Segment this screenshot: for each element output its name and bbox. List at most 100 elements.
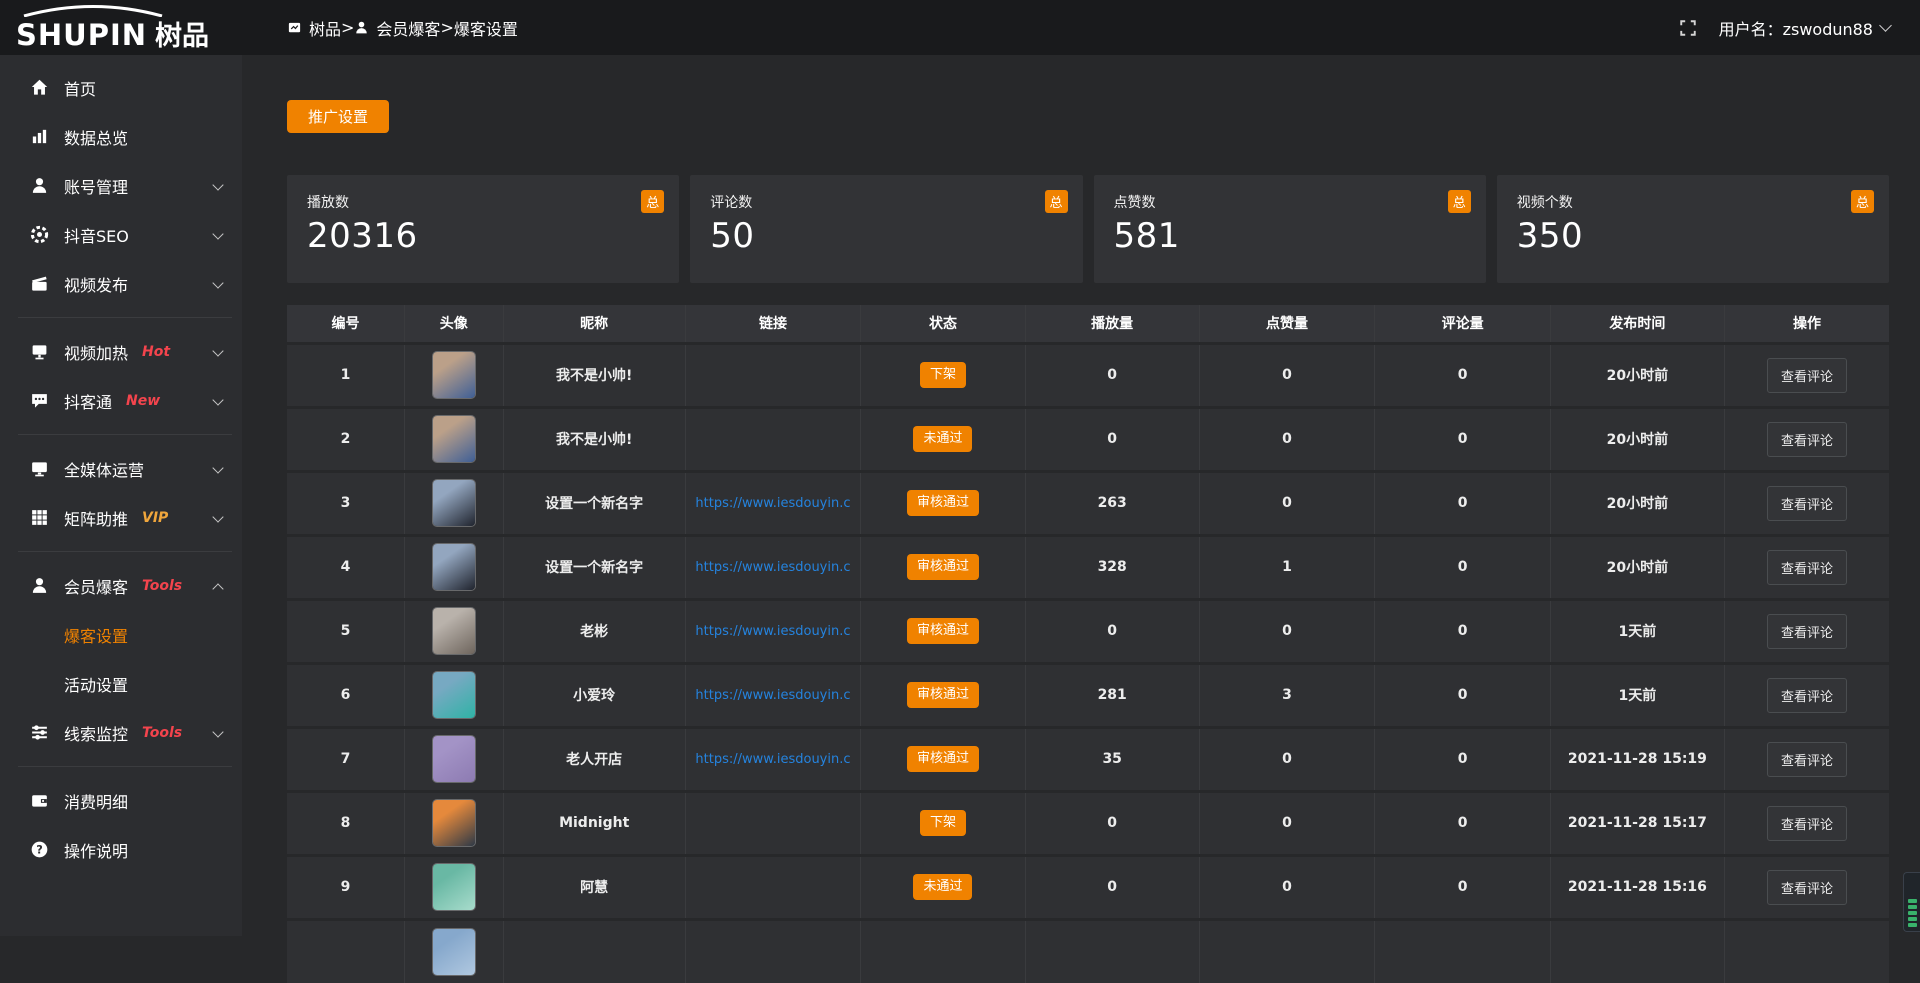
table-row-3: 3设置一个新名字https://www.iesdouyin.c审核通过26300… [287, 471, 1889, 535]
comments-cell: 0 [1375, 471, 1551, 535]
breadcrumb-item-2[interactable]: 爆客设置 [454, 16, 518, 40]
view-comments-button[interactable]: 查看评论 [1767, 486, 1847, 521]
sidebar-item-label: 线索监控 [64, 721, 128, 745]
table-row-1: 1我不是小帅!下架00020小时前查看评论 [287, 343, 1889, 407]
sidebar-divider [18, 317, 232, 318]
sidebar-item-15[interactable]: 消费明细 [0, 776, 242, 825]
sidebar-item-label: 操作说明 [64, 838, 128, 862]
table-header: 编号头像昵称链接状态播放量点赞量评论量发布时间操作 [287, 305, 1889, 343]
logo-text-en: SHUPIN [16, 18, 147, 52]
stat-label: 视频个数 [1517, 192, 1889, 212]
heat-icon [30, 342, 49, 361]
column-header: 发布时间 [1550, 305, 1724, 343]
sidebar-item-4[interactable]: 视频发布 [0, 259, 242, 308]
sidebar-item-12[interactable]: 会员爆客Tools [0, 561, 242, 610]
sidebar-item-2[interactable]: 账号管理 [0, 161, 242, 210]
sidebar-item-3[interactable]: 抖音SEO [0, 210, 242, 259]
view-comments-button[interactable]: 查看评论 [1767, 358, 1847, 393]
breadcrumb-item-0[interactable]: 树品 [287, 16, 341, 40]
sidebar-item-9[interactable]: 全媒体运营 [0, 444, 242, 493]
status-badge: 审核通过 [907, 490, 979, 516]
view-comments-button[interactable]: 查看评论 [1767, 550, 1847, 585]
table-row-6: 6小爱玲https://www.iesdouyin.c审核通过281301天前查… [287, 663, 1889, 727]
status-badge: 审核通过 [907, 618, 979, 644]
promo-settings-button[interactable]: 推广设置 [287, 100, 389, 133]
video-link[interactable]: https://www.iesdouyin.c [686, 752, 861, 767]
nickname-cell: 小爱玲 [503, 663, 685, 727]
chevron-down-icon [212, 277, 223, 288]
home-icon [30, 78, 49, 97]
time-cell: 2021-11-28 15:19 [1550, 727, 1724, 791]
chevron-down-icon [212, 726, 223, 737]
breadcrumb-separator: > [440, 18, 453, 37]
comments-cell: 0 [1375, 599, 1551, 663]
view-comments-button[interactable]: 查看评论 [1767, 614, 1847, 649]
fullscreen-icon[interactable] [1679, 19, 1697, 37]
likes-cell: 0 [1199, 407, 1375, 471]
column-header: 头像 [404, 305, 503, 343]
view-comments-button[interactable]: 查看评论 [1767, 742, 1847, 777]
row-id-cell: 3 [287, 471, 404, 535]
sidebar-item-label: 账号管理 [64, 174, 128, 198]
sidebar-subitem-label: 活动设置 [64, 672, 128, 696]
plays-cell: 0 [1025, 855, 1199, 919]
avatar [433, 736, 475, 782]
sliders-icon [30, 723, 49, 742]
sidebar-subitem-12-1[interactable]: 活动设置 [0, 659, 242, 708]
svg-text:?: ? [36, 843, 43, 856]
sidebar-item-6[interactable]: 视频加热Hot [0, 327, 242, 376]
chevron-up-icon [212, 583, 223, 594]
user-menu[interactable]: 用户名：zswodun88 [1719, 16, 1890, 40]
view-comments-button[interactable]: 查看评论 [1767, 678, 1847, 713]
sidebar-item-10[interactable]: 矩阵助推VIP [0, 493, 242, 542]
row-id-cell: 5 [287, 599, 404, 663]
app-icon [287, 20, 302, 35]
total-badge: 总 [1448, 190, 1471, 213]
sidebar-item-label: 首页 [64, 76, 96, 100]
total-badge: 总 [1045, 190, 1068, 213]
view-comments-button[interactable]: 查看评论 [1767, 422, 1847, 457]
sidebar-item-0[interactable]: 首页 [0, 63, 242, 112]
sidebar-item-label: 消费明细 [64, 789, 128, 813]
chat-icon [30, 391, 49, 410]
status-badge: 下架 [920, 810, 966, 836]
sidebar-item-7[interactable]: 抖客通 New [0, 376, 242, 425]
plays-cell: 0 [1025, 407, 1199, 471]
user-icon [30, 176, 49, 195]
sidebar-subitem-12-0[interactable]: 爆客设置 [0, 610, 242, 659]
sidebar-item-label: 视频加热 [64, 340, 128, 364]
sidebar-item-label: 抖客通 [64, 389, 112, 413]
video-link[interactable]: https://www.iesdouyin.c [686, 688, 861, 703]
battery-widget [1903, 872, 1920, 932]
sidebar-item-16[interactable]: ? 操作说明 [0, 825, 242, 874]
video-link[interactable]: https://www.iesdouyin.c [686, 624, 861, 639]
breadcrumb: 树品>会员爆客>爆客设置 [287, 0, 518, 55]
nickname-cell: 我不是小帅! [503, 343, 685, 407]
chevron-down-icon [212, 345, 223, 356]
app-logo: SHUPIN 树品 [16, 4, 236, 53]
user-icon [354, 20, 369, 35]
plays-cell: 0 [1025, 343, 1199, 407]
sidebar-item-13[interactable]: 线索监控Tools [0, 708, 242, 757]
sidebar-item-badge: New [126, 393, 160, 409]
video-link[interactable]: https://www.iesdouyin.c [686, 560, 861, 575]
table-row-9: 9阿慧未通过0002021-11-28 15:16查看评论 [287, 855, 1889, 919]
plays-cell: 0 [1025, 599, 1199, 663]
stat-card-0: 播放数20316总 [287, 175, 679, 283]
sidebar-item-1[interactable]: 数据总览 [0, 112, 242, 161]
row-id-cell: 7 [287, 727, 404, 791]
row-id-cell: 2 [287, 407, 404, 471]
view-comments-button[interactable]: 查看评论 [1767, 806, 1847, 841]
nickname-cell [503, 919, 685, 983]
comments-cell: 0 [1375, 407, 1551, 471]
view-comments-button[interactable]: 查看评论 [1767, 870, 1847, 905]
column-header: 链接 [685, 305, 861, 343]
wallet-icon [30, 791, 49, 810]
column-header: 评论量 [1375, 305, 1551, 343]
breadcrumb-item-1[interactable]: 会员爆客 [354, 16, 440, 40]
video-link[interactable]: https://www.iesdouyin.c [686, 496, 861, 511]
likes-cell: 1 [1199, 535, 1375, 599]
plays-cell: 263 [1025, 471, 1199, 535]
row-id-cell: 4 [287, 535, 404, 599]
comments-cell: 0 [1375, 663, 1551, 727]
